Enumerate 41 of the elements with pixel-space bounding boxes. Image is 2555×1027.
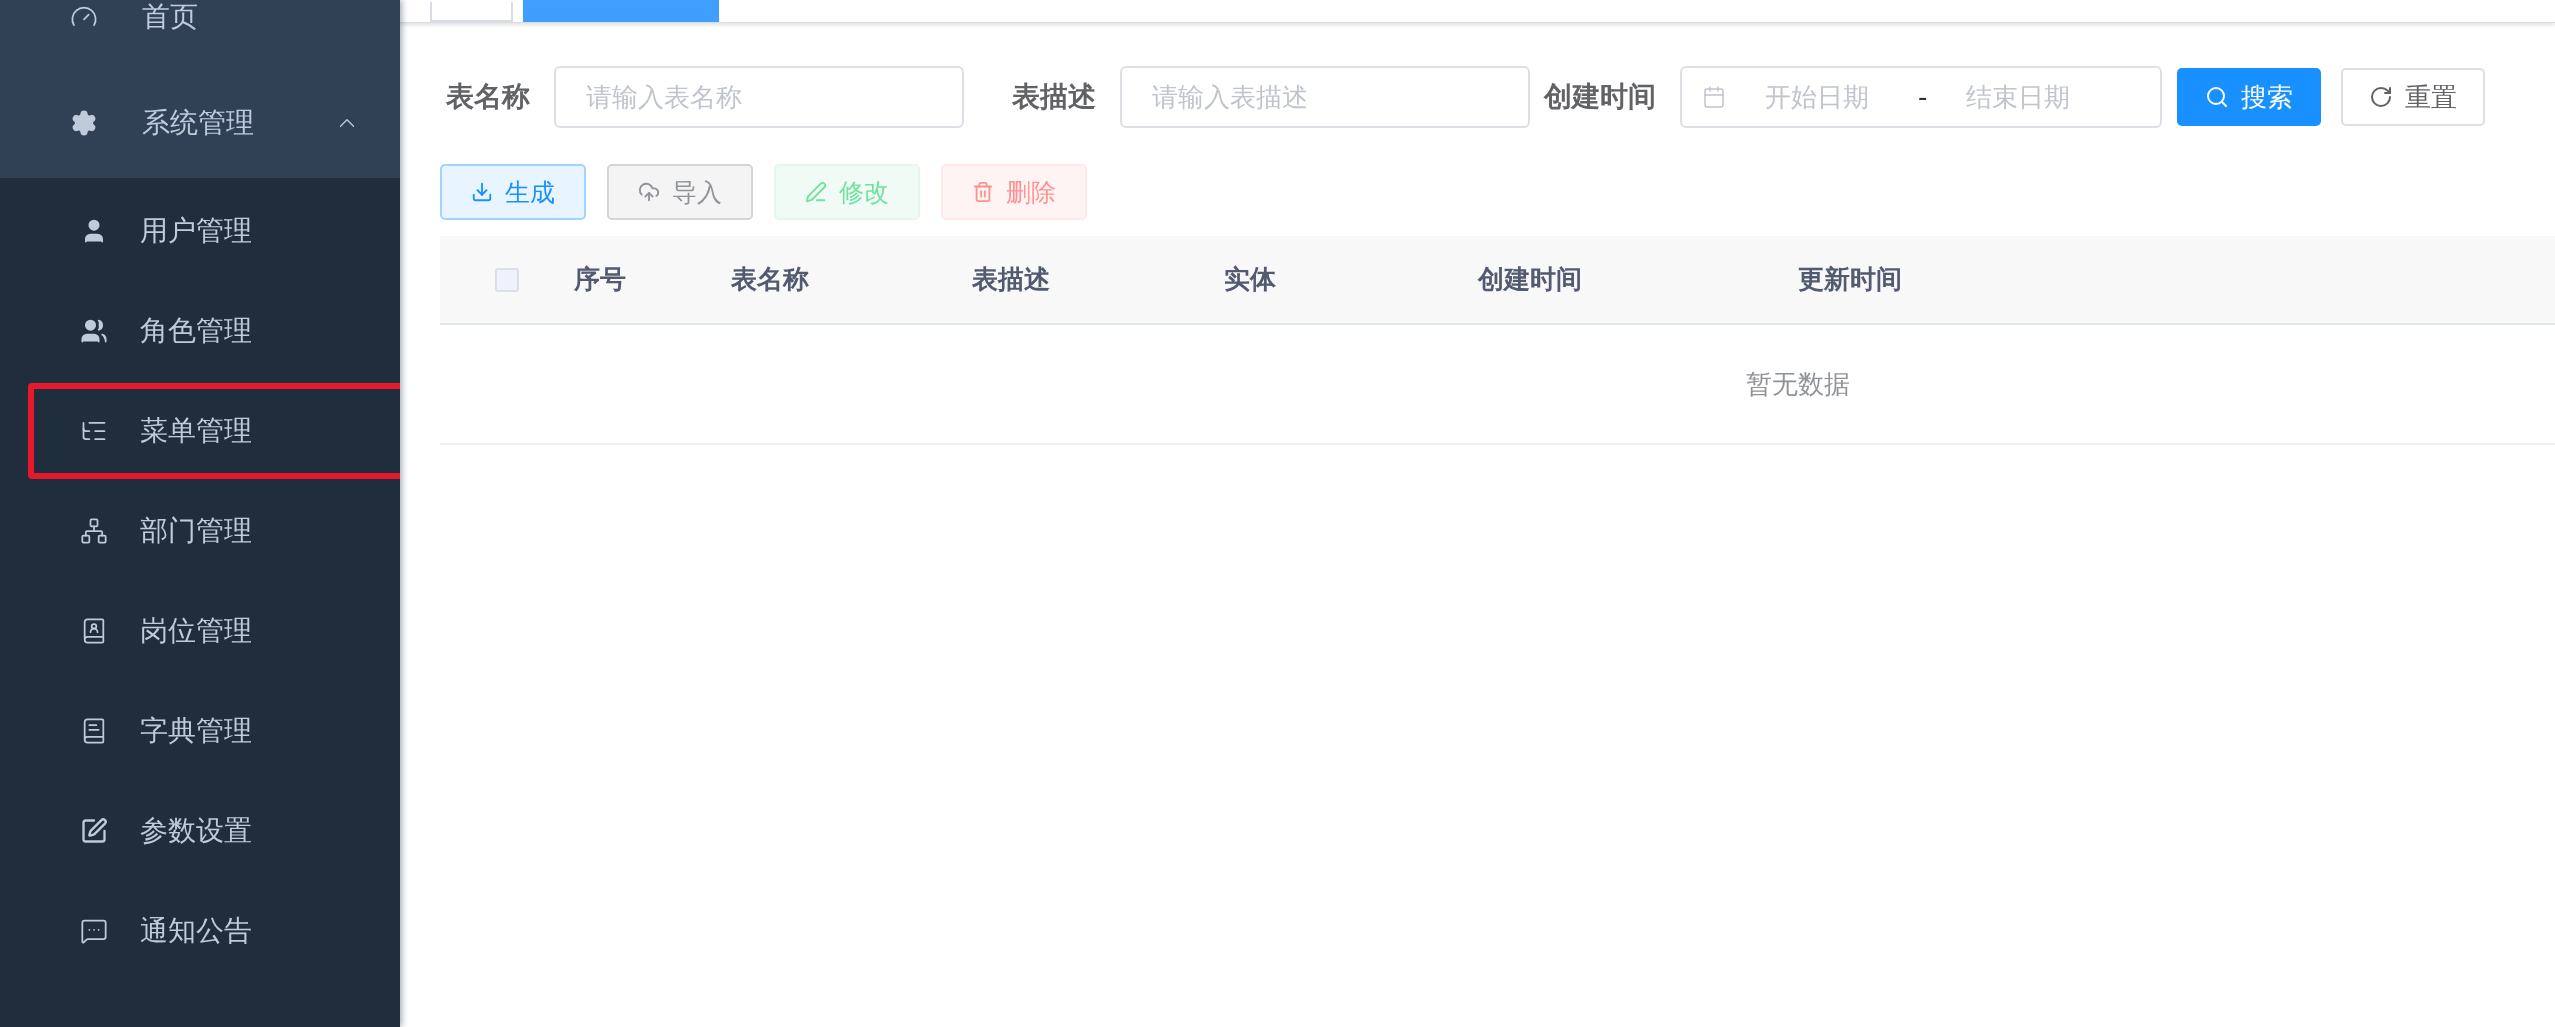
sidebar-submenu-item[interactable]: 字典管理 [0,681,400,781]
org-chart-icon [80,517,108,545]
chat-bubble-icon [80,917,108,945]
sidebar-submenu-item[interactable]: 菜单管理 [0,381,400,481]
column-header: 更新时间 [1798,263,1902,296]
sidebar-submenu-item[interactable]: 角色管理 [0,281,400,381]
calendar-icon [1702,85,1726,109]
cloud-upload-icon [638,181,660,203]
column-header: 实体 [1224,263,1276,296]
search-icon [2205,85,2229,109]
sidebar-submenu-item[interactable]: 岗位管理 [0,581,400,681]
refresh-icon [2369,85,2393,109]
column-header: 表名称 [731,263,809,296]
pen-icon [805,181,827,203]
sidebar-submenu-item[interactable]: 参数设置 [0,781,400,881]
sidebar-menu-item[interactable]: 首页 [0,0,400,34]
column-header: 表描述 [972,263,1050,296]
sidebar-menu-item[interactable]: 系统管理 [0,68,400,178]
field-label: 表名称 [446,79,530,115]
select-all-checkbox[interactable] [495,267,519,292]
sidebar-submenu-item[interactable]: 通知公告 [0,881,400,981]
start-date-input[interactable]: 开始日期 [1730,81,1904,113]
download-icon [471,181,493,203]
sidebar-submenu-item[interactable]: 部门管理 [0,481,400,581]
users-icon [80,317,108,345]
tag-tab[interactable] [523,0,719,22]
field-label: 创建时间 [1544,79,1656,115]
pen-square-icon [80,817,108,845]
range-separator: - [1918,82,1928,112]
input-field[interactable]: 请输入表名称 [554,66,964,128]
column-header: 创建时间 [1478,263,1582,296]
trash-icon [972,181,994,203]
date-range-field[interactable]: 开始日期 - 结束日期 [1680,66,2162,128]
column-header: 序号 [574,263,626,296]
reset-button[interactable]: 重置 [2341,68,2485,126]
sidebar-submenu-item[interactable]: 用户管理 [0,181,400,281]
input-field[interactable]: 请输入表描述 [1120,66,1530,128]
end-date-input[interactable]: 结束日期 [1931,81,2106,113]
field-label: 表描述 [1012,79,1096,115]
empty-text: 暂无数据 [1745,367,1850,401]
gear-icon [70,109,98,137]
